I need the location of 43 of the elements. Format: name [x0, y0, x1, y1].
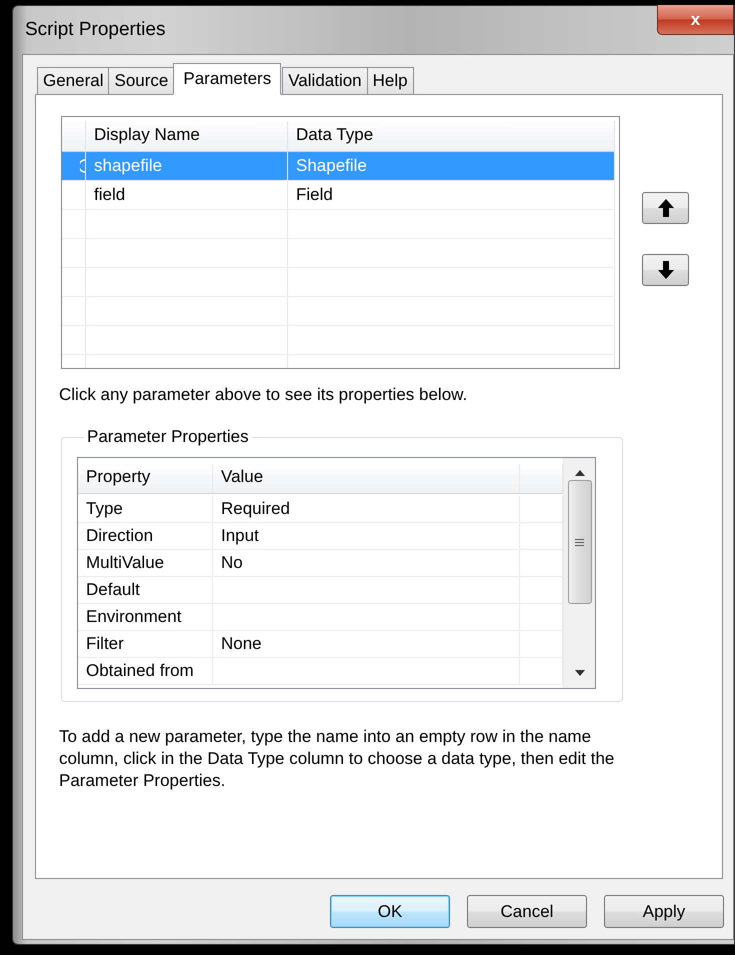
- down-arrow-icon: [658, 261, 674, 279]
- property-name: Direction: [78, 523, 213, 549]
- scroll-up-icon[interactable]: [574, 470, 584, 476]
- tab[interactable]: Help: [366, 67, 414, 95]
- column-header[interactable]: Display Name: [86, 121, 288, 151]
- column-header[interactable]: Data Type: [288, 121, 615, 151]
- grip-icon: [575, 538, 584, 546]
- tab[interactable]: Source: [108, 67, 174, 95]
- row-indicator-icon: [80, 159, 85, 173]
- window-title: Script Properties: [25, 19, 166, 41]
- dialog-button[interactable]: OK: [330, 895, 450, 928]
- property-name: Filter: [78, 631, 213, 657]
- column-header[interactable]: Value: [213, 464, 520, 493]
- help-text: To add a new parameter, type the name into an empty row in the name column, click in the Data Type column to choose a data type, then edit the Parameter Properties.: [59, 726, 616, 792]
- scroll-down-icon[interactable]: [574, 670, 584, 676]
- up-arrow-icon: [658, 199, 674, 217]
- tab[interactable]: Validation: [282, 67, 368, 95]
- table-cell: shapefile: [86, 152, 288, 180]
- scroll-thumb[interactable]: [568, 480, 592, 604]
- move-down-button[interactable]: [642, 254, 689, 286]
- hint-text: Click any parameter above to see its properties below.: [59, 385, 468, 405]
- property-value: No: [213, 550, 520, 576]
- group-title: Parameter Properties: [86, 427, 250, 447]
- property-value: Input: [213, 523, 520, 549]
- dialog-button[interactable]: Apply: [604, 895, 724, 928]
- move-up-button[interactable]: [642, 192, 689, 224]
- table-cell: Shapefile: [288, 152, 615, 180]
- property-name: Default: [78, 577, 213, 603]
- tab[interactable]: General: [37, 67, 110, 95]
- column-header[interactable]: Property: [78, 464, 213, 493]
- dialog-button[interactable]: Cancel: [467, 895, 587, 928]
- property-name: Environment: [78, 604, 213, 630]
- property-name: Type: [78, 496, 213, 522]
- property-value: None: [213, 631, 520, 657]
- property-value: Required: [213, 496, 520, 522]
- table-cell: field: [86, 181, 288, 209]
- property-name: Obtained from: [78, 658, 213, 684]
- table-row[interactable]: field Field: [62, 181, 615, 210]
- tab[interactable]: Parameters: [173, 63, 282, 95]
- table-cell: Field: [288, 181, 615, 209]
- scrollbar[interactable]: [563, 458, 595, 688]
- close-button[interactable]: x: [657, 5, 734, 35]
- property-name: MultiValue: [78, 550, 213, 576]
